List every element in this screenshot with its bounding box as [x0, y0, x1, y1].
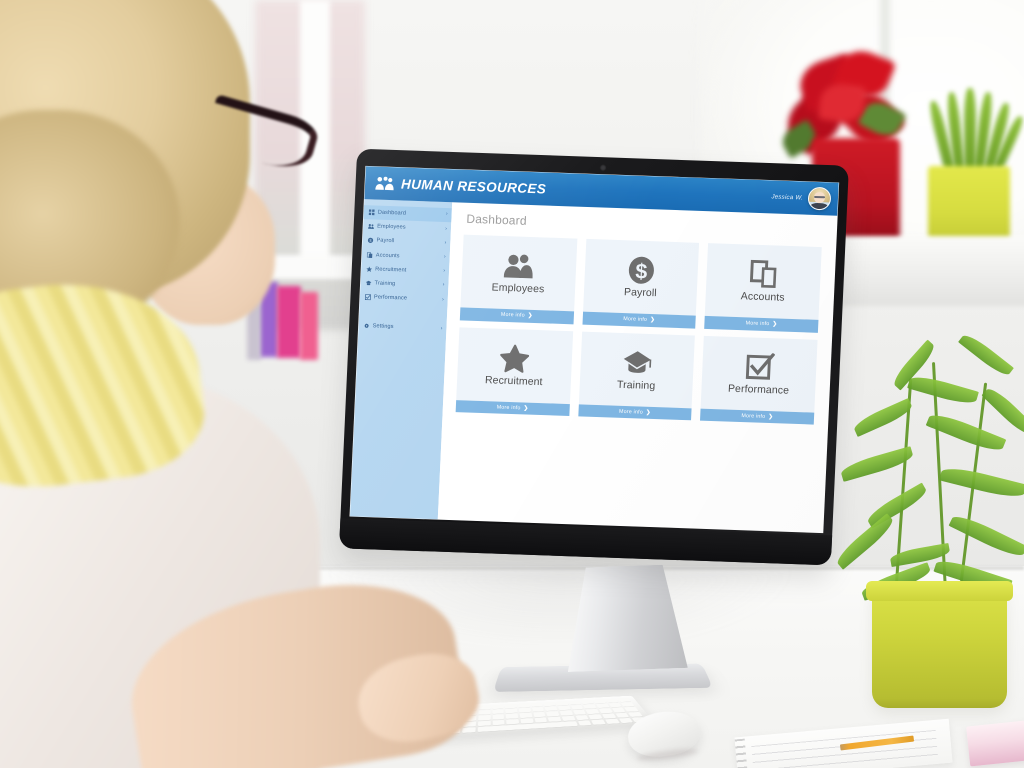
- more-info-button[interactable]: More info ❯: [700, 408, 815, 425]
- svg-text:$: $: [635, 260, 648, 283]
- office-photo-scene: HUMAN RESOURCES Jessica W. Dashboard › E…: [0, 0, 1024, 768]
- card-employees[interactable]: Employees More info ❯: [459, 234, 578, 324]
- card-label: Performance: [727, 382, 790, 397]
- chevron-right-icon: ❯: [768, 413, 774, 420]
- check-box-icon: [745, 352, 775, 380]
- card-recruitment[interactable]: Recruitment More info ❯: [455, 326, 573, 417]
- dollar-coin-icon: $: [628, 256, 654, 284]
- chevron-right-icon: ❯: [527, 312, 533, 320]
- cards-icon: [749, 259, 777, 288]
- card-label: Training: [616, 378, 656, 392]
- chevron-right-icon: ›: [445, 211, 448, 218]
- pink-notepad: [966, 717, 1024, 767]
- card-body: Recruitment: [456, 326, 573, 404]
- dashboard-card-grid: Employees More info ❯ $ Payroll More inf…: [455, 234, 822, 425]
- chevron-right-icon: ›: [444, 239, 447, 246]
- more-info-label: More info: [496, 404, 521, 412]
- chevron-right-icon: ›: [441, 296, 444, 303]
- yellow-flower-pot-large: [866, 581, 1013, 708]
- chevron-right-icon: ›: [445, 225, 448, 232]
- people-icon: [504, 254, 533, 279]
- star-icon: [500, 344, 530, 373]
- card-body: Employees: [460, 234, 578, 312]
- more-info-label: More info: [741, 412, 766, 420]
- page-title: Dashboard: [466, 211, 528, 228]
- card-body: Training: [578, 331, 696, 408]
- card-body: $ Payroll: [582, 238, 700, 316]
- more-info-label: More info: [618, 408, 644, 416]
- chevron-right-icon: ❯: [772, 321, 778, 328]
- person-at-desk: [0, 0, 486, 768]
- more-info-button[interactable]: More info ❯: [455, 399, 570, 417]
- more-info-button[interactable]: More info ❯: [704, 315, 819, 333]
- user-menu[interactable]: Jessica W.: [771, 185, 832, 211]
- more-info-label: More info: [500, 312, 525, 319]
- more-info-label: More info: [745, 320, 770, 328]
- more-info-button[interactable]: More info ❯: [577, 403, 692, 421]
- chevron-right-icon: ›: [443, 253, 446, 260]
- card-accounts[interactable]: Accounts More info ❯: [704, 243, 822, 333]
- graduation-cap-icon: [623, 350, 652, 373]
- more-info-button[interactable]: More info ❯: [459, 307, 574, 324]
- card-body: Accounts: [705, 243, 822, 320]
- avatar[interactable]: [807, 186, 832, 211]
- card-payroll[interactable]: $ Payroll More info ❯: [582, 238, 700, 329]
- card-training[interactable]: Training More info ❯: [577, 331, 696, 421]
- user-name: Jessica W.: [771, 193, 804, 202]
- more-info-button[interactable]: More info ❯: [582, 311, 697, 329]
- card-body: Performance: [700, 335, 818, 413]
- chevron-right-icon: ›: [440, 325, 443, 332]
- bamboo-plant: [830, 331, 1024, 602]
- chevron-right-icon: ›: [442, 282, 445, 289]
- card-performance[interactable]: Performance More info ❯: [700, 335, 818, 425]
- notebook-spiral: [734, 738, 749, 768]
- chevron-right-icon: ›: [443, 268, 446, 275]
- more-info-label: More info: [623, 316, 648, 324]
- card-label: Recruitment: [484, 373, 543, 388]
- card-label: Accounts: [740, 290, 785, 304]
- card-label: Payroll: [623, 286, 657, 300]
- chevron-right-icon: ❯: [645, 409, 651, 416]
- chevron-right-icon: ❯: [523, 405, 529, 412]
- main-content: Dashboard Employees More info ❯ $ Payrol…: [437, 202, 838, 533]
- card-label: Employees: [491, 281, 545, 296]
- chevron-right-icon: ❯: [649, 317, 656, 324]
